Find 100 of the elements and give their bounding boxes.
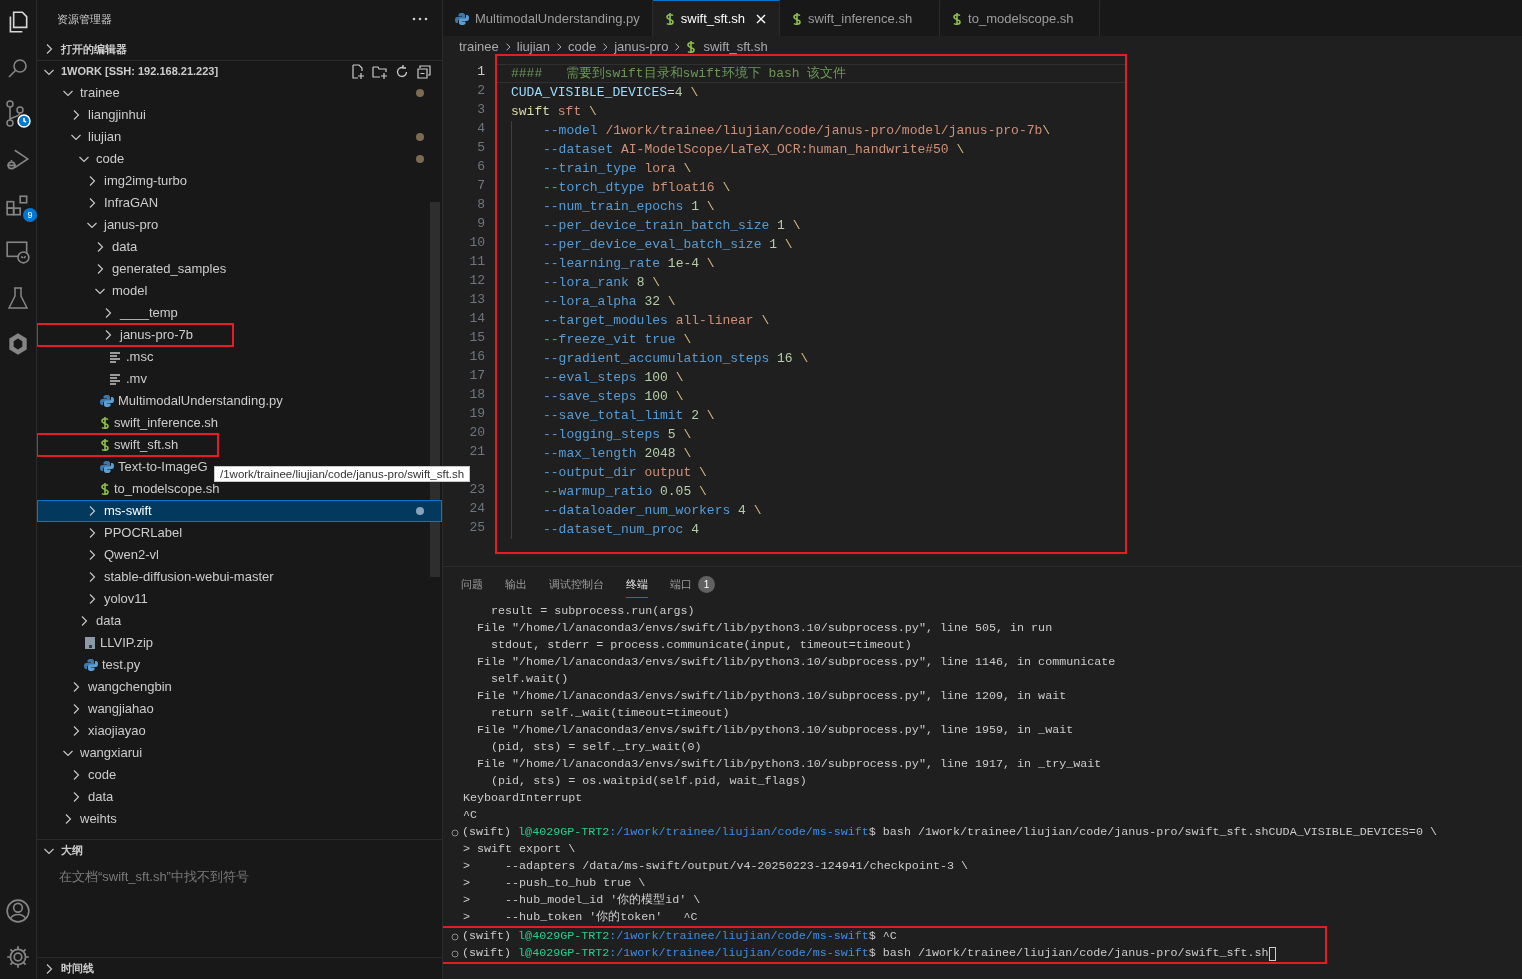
- code-line: --warmup_ratio 0.05 \: [511, 482, 707, 501]
- sidebar-title: 资源管理器: [57, 11, 112, 27]
- item-label: Qwen2-vl: [104, 546, 159, 565]
- line-number: 11: [468, 253, 485, 271]
- code-line: --target_modules all-linear \: [511, 311, 770, 330]
- item-label: liujian: [88, 128, 122, 147]
- terminal-line: File "/home/l/anaconda3/envs/swift/lib/python3.10/subprocess.py", line 1146, in communicate: [476, 654, 1116, 671]
- item-label: .mv: [126, 370, 147, 389]
- line-number: 18: [468, 386, 485, 404]
- path-tooltip: /1work/trainee/liujian/code/janus-pro/swift_sft.sh: [214, 466, 471, 482]
- item-label: xiaojiayao: [88, 722, 146, 741]
- code-line: CUDA_VISIBLE_DEVICES=4 \: [511, 84, 699, 102]
- item-label: yolov11: [104, 590, 148, 609]
- item-label: Text-to-ImageG: [118, 458, 208, 477]
- line-number: 20: [468, 424, 485, 442]
- terminal-line: (swift) l@4029GP-TRT2:/1work/trainee/liujian/code/ms-swift$ bash /1work/trainee/liujian/code/janus-pro/swift_sft.shCUDA_VISIBLE_DEVICES=0 \: [461, 824, 1437, 841]
- line-number: 9: [476, 215, 485, 233]
- terminal-line: ^C: [462, 807, 478, 824]
- code-line: --learning_rate 1e-4 \: [511, 254, 715, 273]
- terminal-line: (swift) l@4029GP-TRT2:/1work/trainee/liujian/code/ms-swift$ bash /1work/trainee/liujian/code/janus-pro/swift_sft.sh: [461, 945, 1269, 962]
- terminal-line: File "/home/l/anaconda3/envs/swift/lib/python3.10/subprocess.py", line 1959, in _wait: [476, 722, 1074, 739]
- code-line: --num_train_epochs 1 \: [511, 197, 715, 216]
- line-number: 13: [468, 291, 485, 309]
- code-line: --freeze_vit true \: [511, 330, 692, 349]
- code-line: --dataset_num_proc 4: [511, 520, 700, 539]
- line-number: 8: [476, 196, 485, 214]
- line-number: 15: [468, 329, 485, 347]
- item-label: trainee: [80, 84, 120, 103]
- code-line: --torch_dtype bfloat16 \: [511, 178, 731, 197]
- line-number: 23: [468, 481, 485, 499]
- terminal-line: stdout, stderr = process.communicate(input, timeout=timeout): [490, 637, 912, 654]
- terminal-line: File "/home/l/anaconda3/envs/swift/lib/python3.10/subprocess.py", line 1917, in _try_wait: [476, 756, 1102, 773]
- item-label: data: [88, 788, 114, 807]
- item-label: swift_sft.sh: [114, 436, 179, 455]
- code-line: --dataset AI-ModelScope/LaTeX_OCR:human_handwrite#50 \: [511, 140, 965, 159]
- line-number: 10: [468, 234, 485, 252]
- terminal-line: File "/home/l/anaconda3/envs/swift/lib/python3.10/subprocess.py", line 505, in run: [476, 620, 1053, 637]
- terminal-line: > --adapters /data/ms-swift/output/v4-20250223-124941/checkpoint-3 \: [462, 858, 968, 875]
- terminal-line: > --hub_token '你的token' ^C: [462, 909, 698, 926]
- line-number: 2: [476, 82, 485, 100]
- item-label: .msc: [126, 348, 154, 367]
- item-label: img2img-turbo: [104, 172, 188, 191]
- line-number: 1: [476, 63, 485, 81]
- terminal-line: result = subprocess.run(args): [490, 603, 695, 620]
- item-label: InfraGAN: [104, 194, 159, 213]
- item-label: liangjinhui: [88, 106, 146, 125]
- terminal-line: (pid, sts) = self._try_wait(0): [490, 739, 702, 756]
- code-line: --save_total_limit 2 \: [511, 406, 715, 425]
- line-number: 7: [476, 177, 485, 195]
- outline-message: 在文档“swift_sft.sh”中找不到符号: [58, 868, 250, 886]
- code-line: --dataloader_num_workers 4 \: [511, 501, 762, 520]
- item-label: ms-swift: [104, 502, 152, 521]
- line-number: 19: [468, 405, 485, 423]
- terminal-line: File "/home/l/anaconda3/envs/swift/lib/python3.10/subprocess.py", line 1209, in wait: [476, 688, 1067, 705]
- code-line: --model /1work/trainee/liujian/code/janus-pro/model/janus-pro-7b\: [511, 121, 1051, 140]
- line-number: 24: [468, 500, 485, 518]
- extensions-badge: 9: [23, 208, 37, 222]
- line-number: 25: [468, 519, 485, 537]
- item-label: data: [112, 238, 138, 257]
- line-number: 16: [468, 348, 485, 366]
- line-number: 6: [476, 158, 485, 176]
- terminal-line: > swift export \: [462, 841, 576, 858]
- line-number: 5: [476, 139, 485, 157]
- item-label: LLVIP.zip: [100, 634, 153, 653]
- terminal-line: (swift) l@4029GP-TRT2:/1work/trainee/liujian/code/ms-swift$ ^C: [461, 928, 897, 945]
- line-number: 12: [468, 272, 485, 290]
- terminal-line: > --push_to_hub true \: [462, 875, 646, 892]
- code-line: --train_type lora \: [511, 159, 692, 178]
- item-label: weihts: [80, 810, 117, 829]
- item-label: janus-pro-7b: [120, 326, 193, 345]
- line-number: 14: [468, 310, 485, 328]
- code-line: --per_device_train_batch_size 1 \: [511, 216, 801, 235]
- terminal-line: self.wait(): [490, 671, 569, 688]
- count-badge: 1: [698, 576, 715, 593]
- terminal-line: KeyboardInterrupt: [462, 790, 583, 807]
- code-line: --eval_steps 100 \: [511, 368, 684, 387]
- code-line: --output_dir output \: [511, 463, 707, 482]
- line-number: 17: [468, 367, 485, 385]
- line-number: 4: [476, 120, 485, 138]
- item-label: janus-pro: [104, 216, 159, 235]
- item-label: wangjiahao: [88, 700, 154, 719]
- code-line: --per_device_eval_batch_size 1 \: [511, 235, 793, 254]
- item-label: swift_inference.sh: [114, 414, 219, 433]
- item-label: code: [88, 766, 117, 785]
- item-label: model: [112, 282, 148, 301]
- line-number: 21: [468, 443, 485, 461]
- item-label: ____temp: [120, 304, 178, 323]
- item-label: generated_samples: [112, 260, 227, 279]
- code-line: #### 需要到swift目录和swift环境下 bash 该文件: [511, 65, 847, 83]
- code-line: --lora_alpha 32 \: [511, 292, 676, 311]
- terminal-line: > --hub_model_id '你的模型id' \: [462, 892, 701, 909]
- terminal-line: (pid, sts) = os.waitpid(self.pid, wait_flags): [490, 773, 807, 790]
- code-line: swift sft \: [511, 103, 597, 121]
- item-label: MultimodalUnderstanding.py: [118, 392, 283, 411]
- item-label: code: [96, 150, 125, 169]
- item-label: stable-diffusion-webui-master: [104, 568, 274, 587]
- code-line: --gradient_accumulation_steps 16 \: [511, 349, 809, 368]
- code-line: --lora_rank 8 \: [511, 273, 661, 292]
- terminal-line: return self._wait(timeout=timeout): [490, 705, 730, 722]
- line-number: 3: [476, 101, 485, 119]
